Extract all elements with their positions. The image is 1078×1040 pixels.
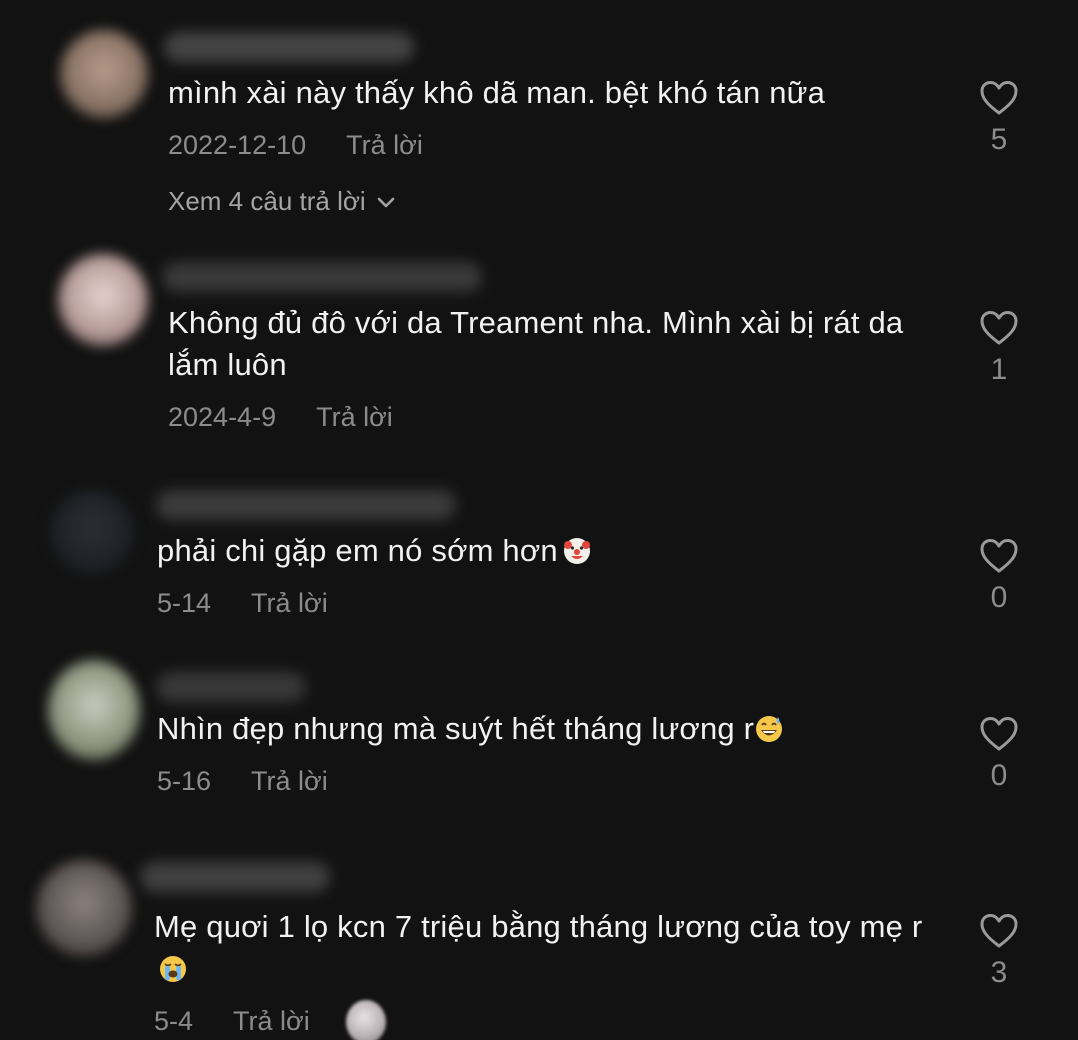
- view-replies-button[interactable]: Xem 4 câu trả lời: [168, 184, 396, 218]
- avatar[interactable]: [36, 860, 132, 956]
- loudly-crying-face-icon: [158, 953, 188, 983]
- creator-avatar: [346, 1000, 386, 1040]
- username[interactable]: [156, 490, 456, 520]
- comment-text: mình xài này thấy khô dã man. bệt khó tá…: [168, 75, 826, 110]
- like-button[interactable]: 5: [969, 80, 1029, 158]
- heart-icon: [969, 913, 1029, 949]
- reply-button[interactable]: Trả lời: [251, 766, 328, 796]
- comment-meta: 2024-4-9 Trả lời: [168, 400, 393, 434]
- like-button[interactable]: 0: [969, 716, 1029, 794]
- grinning-sweat-face-icon: [754, 713, 784, 743]
- comment-item: mình xài này thấy khô dã man. bệt khó tá…: [0, 0, 1078, 240]
- comment-date: 2024-4-9: [168, 402, 277, 432]
- comment-text: Nhìn đẹp nhưng mà suýt hết tháng lương r: [157, 708, 937, 750]
- comment-text: Mẹ quơi 1 lọ kcn 7 triệu bằng tháng lươn…: [154, 906, 934, 990]
- like-count: 0: [990, 581, 1008, 614]
- comment-meta: 5-14 Trả lời: [157, 586, 328, 620]
- username[interactable]: [164, 32, 414, 62]
- heart-icon: [969, 80, 1029, 116]
- comment-text: Không đủ đô với da Treament nha. Mình xà…: [168, 305, 904, 382]
- heart-icon: [969, 310, 1029, 346]
- username[interactable]: [140, 862, 330, 892]
- reply-button[interactable]: Trả lời: [233, 1006, 310, 1036]
- avatar[interactable]: [50, 490, 134, 574]
- comment-date: 2022-12-10: [168, 130, 307, 160]
- comments-panel: mình xài này thấy khô dã man. bệt khó tá…: [0, 0, 1078, 1040]
- comment-meta: 2022-12-10 Trả lời: [168, 128, 423, 162]
- comment-text-content: phải chi gặp em nó sớm hơn: [157, 533, 558, 568]
- like-count: 3: [990, 956, 1008, 989]
- comment-date: 5-16: [157, 766, 212, 796]
- avatar[interactable]: [48, 660, 140, 760]
- like-count: 1: [990, 353, 1008, 386]
- comment-meta: 5-4 Trả lời: [154, 1004, 310, 1038]
- avatar[interactable]: [58, 254, 148, 346]
- comment-item: Mẹ quơi 1 lọ kcn 7 triệu bằng tháng lươn…: [0, 840, 1078, 1040]
- like-button[interactable]: 0: [969, 538, 1029, 616]
- clown-face-icon: [562, 535, 592, 565]
- comment-item: phải chi gặp em nó sớm hơn 5-14 Trả lời 0: [0, 460, 1078, 650]
- comment-item: Nhìn đẹp nhưng mà suýt hết tháng lương r…: [0, 650, 1078, 840]
- comment-meta: 5-16 Trả lời: [157, 764, 328, 798]
- heart-icon: [969, 716, 1029, 752]
- username[interactable]: [156, 672, 306, 702]
- avatar[interactable]: [60, 30, 148, 118]
- comment-text: phải chi gặp em nó sớm hơn: [157, 530, 937, 572]
- comment-text-content: Nhìn đẹp nhưng mà suýt hết tháng lương r: [157, 711, 755, 746]
- username[interactable]: [162, 262, 482, 292]
- like-button[interactable]: 1: [969, 310, 1029, 388]
- like-count: 0: [990, 759, 1008, 792]
- comment-text-content: Mẹ quơi 1 lọ kcn 7 triệu bằng tháng lươn…: [154, 909, 923, 944]
- like-count: 5: [990, 123, 1008, 156]
- comment-date: 5-4: [154, 1006, 194, 1036]
- reply-button[interactable]: Trả lời: [251, 588, 328, 618]
- view-replies-label: Xem 4 câu trả lời: [168, 186, 366, 216]
- comment-item: Không đủ đô với da Treament nha. Mình xà…: [0, 240, 1078, 460]
- comment-date: 5-14: [157, 588, 212, 618]
- like-button[interactable]: 3: [969, 913, 1029, 991]
- heart-icon: [969, 538, 1029, 574]
- reply-button[interactable]: Trả lời: [316, 402, 393, 432]
- reply-button[interactable]: Trả lời: [346, 130, 423, 160]
- chevron-down-icon: [376, 184, 396, 218]
